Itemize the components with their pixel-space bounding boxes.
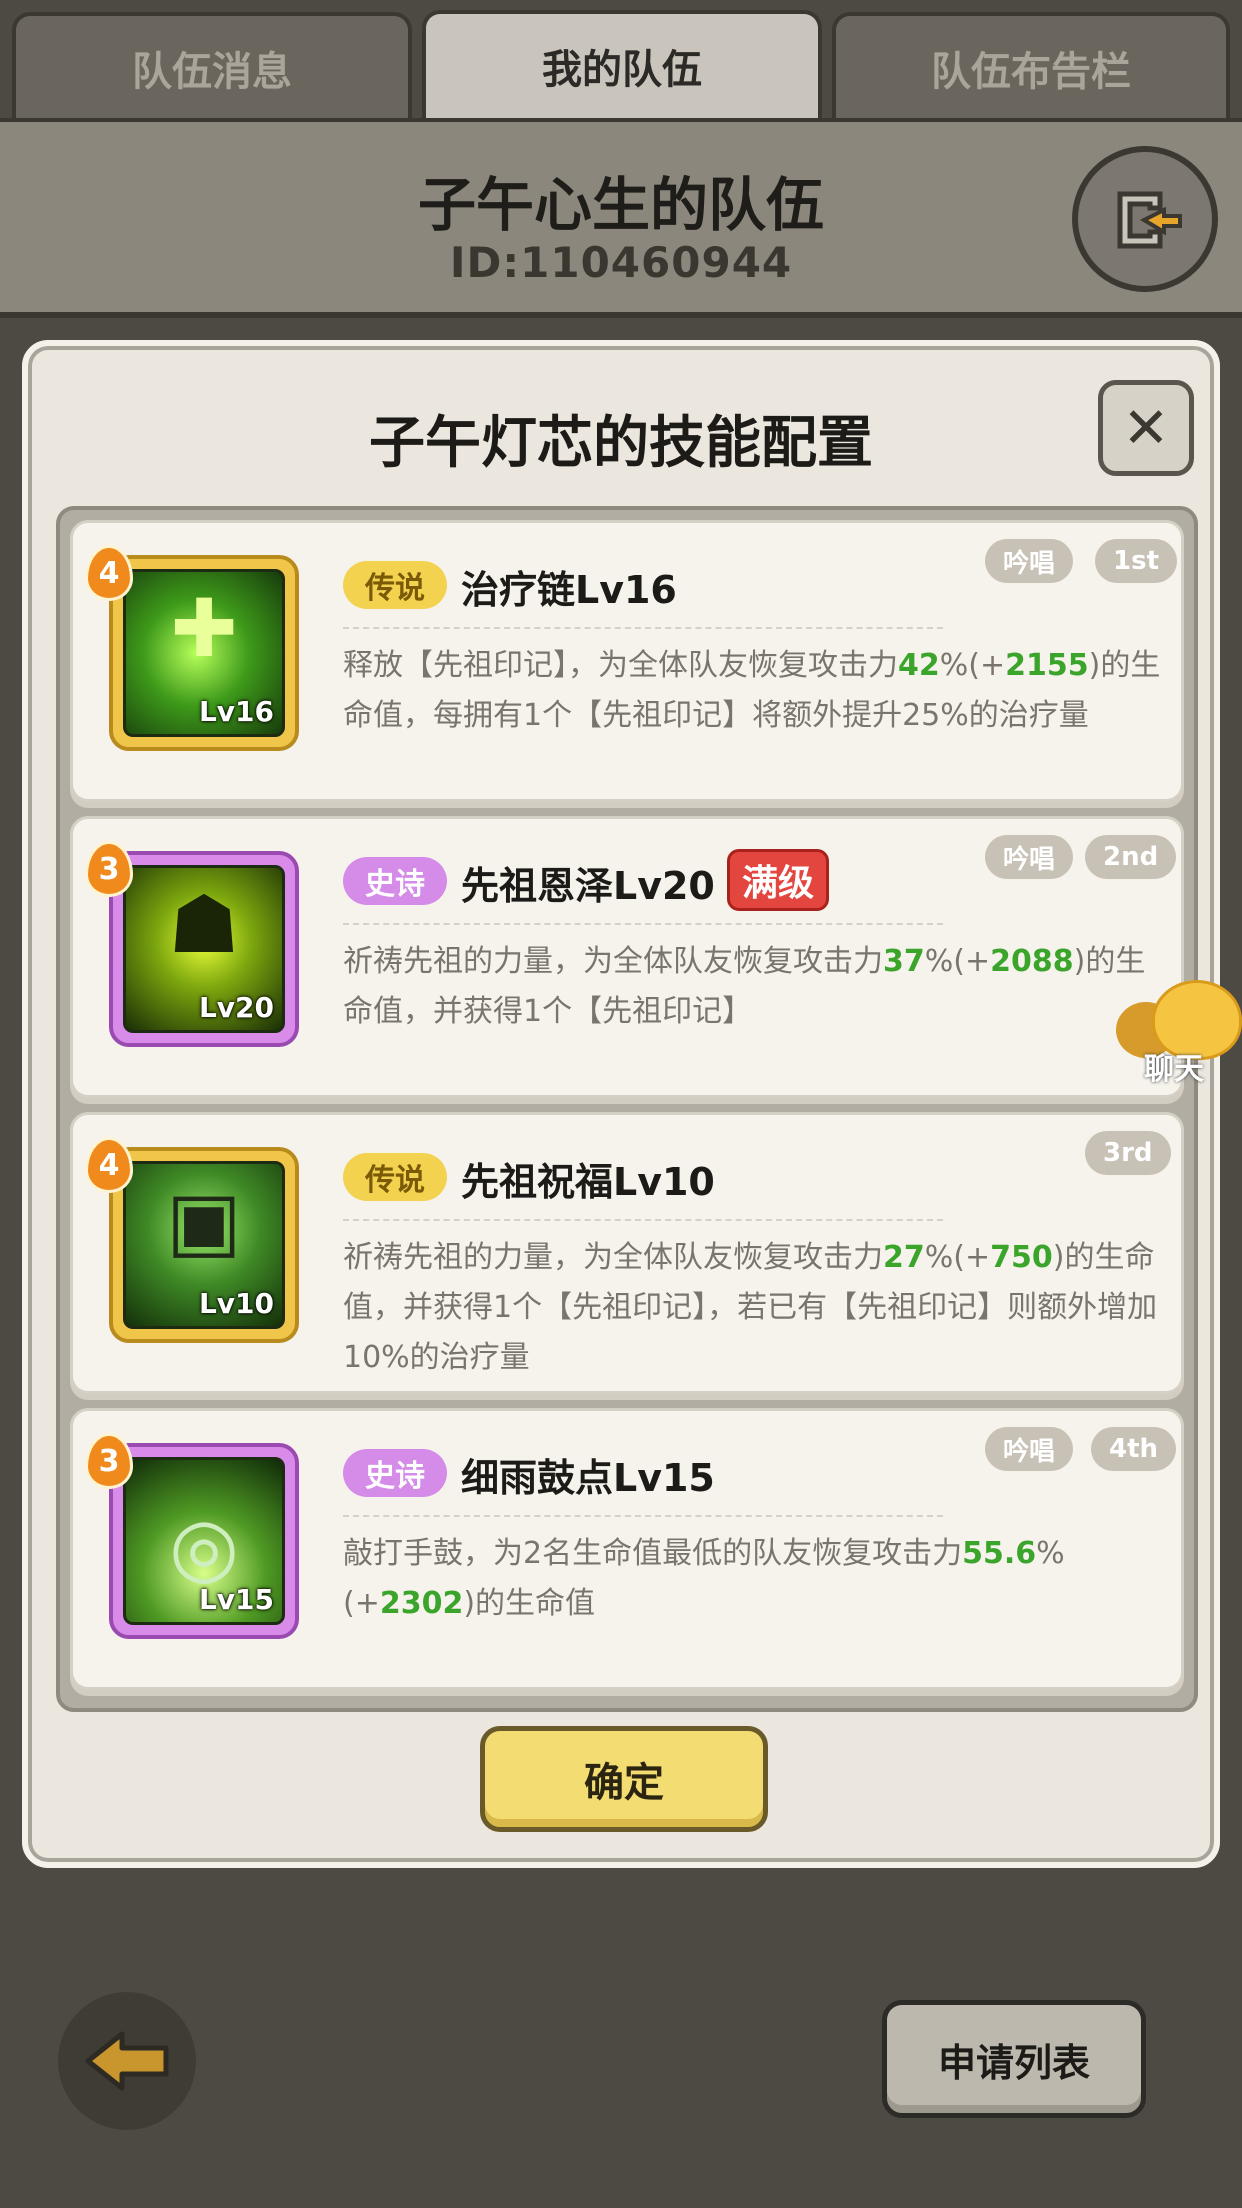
back-button[interactable] bbox=[58, 1992, 196, 2130]
rarity-badge: 传说 bbox=[343, 1153, 447, 1201]
chat-label: 聊天 bbox=[1144, 1052, 1204, 1087]
tab-bar: 队伍消息 我的队伍 队伍布告栏 bbox=[0, 0, 1242, 120]
confirm-button[interactable]: 确定 bbox=[480, 1726, 768, 1832]
back-arrow-icon bbox=[85, 2031, 169, 2091]
skill-card[interactable]: ✚ Lv16 4 传说 治疗链Lv16 吟唱 1st 释放【先祖印记】，为全体队… bbox=[70, 520, 1184, 802]
exit-door-arrow-icon bbox=[1117, 191, 1182, 249]
star-rank-badge: 3 bbox=[85, 1433, 133, 1489]
skill-config-modal: 子午灯芯的技能配置 ✕ ✚ Lv16 4 传说 治疗链Lv16 吟唱 1st 释… bbox=[22, 340, 1220, 1868]
skill-description: 祈祷先祖的力量，为全体队友恢复攻击力27%(+750)的生命值，并获得1个【先祖… bbox=[343, 1240, 1158, 1375]
divider bbox=[343, 1219, 943, 1221]
exit-team-button[interactable] bbox=[1072, 146, 1218, 292]
chat-button[interactable]: 聊天 bbox=[1116, 980, 1242, 1090]
skill-icon-level: Lv20 bbox=[198, 991, 274, 1024]
tag-order: 1st bbox=[1095, 539, 1177, 583]
skill-icon-frame: ◎ Lv15 bbox=[109, 1443, 299, 1639]
skill-icon-frame: ✚ Lv16 bbox=[109, 555, 299, 751]
skill-icon-level: Lv15 bbox=[198, 1583, 274, 1616]
skill-name: 治疗链Lv16 bbox=[461, 568, 677, 612]
tab-label: 队伍布告栏 bbox=[931, 49, 1131, 95]
tab-label: 队伍消息 bbox=[132, 49, 292, 95]
star-rank-badge: 3 bbox=[85, 841, 133, 897]
healing-chain-icon: ✚ Lv16 bbox=[123, 569, 285, 737]
tab-team-bulletin[interactable]: 队伍布告栏 bbox=[832, 12, 1230, 120]
team-header: 子午心生的队伍 ID:110460944 bbox=[0, 118, 1242, 318]
close-x-icon: ✕ bbox=[1122, 395, 1170, 461]
skill-description: 释放【先祖印记】，为全体队友恢复攻击力42%(+2155)的生命值，每拥有1个【… bbox=[343, 648, 1161, 733]
star-rank-badge: 4 bbox=[85, 1137, 133, 1193]
modal-title: 子午灯芯的技能配置 bbox=[369, 411, 873, 476]
tag-chant: 吟唱 bbox=[985, 539, 1074, 583]
tab-my-team[interactable]: 我的队伍 bbox=[422, 10, 822, 118]
skill-icon-level: Lv10 bbox=[198, 1287, 274, 1320]
rarity-badge: 史诗 bbox=[343, 857, 447, 905]
apply-list-button[interactable]: 申请列表 bbox=[882, 2000, 1146, 2118]
star-rank-badge: 4 bbox=[85, 545, 133, 601]
close-button[interactable]: ✕ bbox=[1098, 380, 1194, 476]
max-level-badge: 满级 bbox=[727, 849, 830, 911]
tag-order: 4th bbox=[1091, 1427, 1177, 1471]
skill-card[interactable]: ▣ Lv10 4 传说 先祖祝福Lv10 3rd 祈祷先祖的力量，为全体队友恢复… bbox=[70, 1112, 1184, 1394]
tab-team-messages[interactable]: 队伍消息 bbox=[12, 12, 412, 120]
skill-name: 先祖祝福Lv10 bbox=[461, 1160, 715, 1204]
skill-card[interactable]: ◎ Lv15 3 史诗 细雨鼓点Lv15 吟唱 4th 敲打手鼓，为2名生命值最… bbox=[70, 1408, 1184, 1690]
ancestor-grace-icon: ☗ Lv20 bbox=[123, 865, 285, 1033]
team-id: ID:110460944 bbox=[449, 238, 793, 287]
skill-icon-frame: ▣ Lv10 bbox=[109, 1147, 299, 1343]
skill-name: 先祖恩泽Lv20 bbox=[461, 864, 715, 908]
tag-order: 2nd bbox=[1085, 835, 1177, 879]
skill-card[interactable]: ☗ Lv20 3 史诗 先祖恩泽Lv20 满级 吟唱 2nd 祈祷先祖的力量，为… bbox=[70, 816, 1184, 1098]
divider bbox=[343, 627, 943, 629]
divider bbox=[343, 923, 943, 925]
tag-chant: 吟唱 bbox=[985, 1427, 1074, 1471]
rarity-badge: 传说 bbox=[343, 561, 447, 609]
ancestor-blessing-icon: ▣ Lv10 bbox=[123, 1161, 285, 1329]
divider bbox=[343, 1515, 943, 1517]
tab-label: 我的队伍 bbox=[542, 47, 702, 93]
rarity-badge: 史诗 bbox=[343, 1449, 447, 1497]
skill-description: 敲打手鼓，为2名生命值最低的队友恢复攻击力55.6%(+2302)的生命值 bbox=[343, 1536, 1065, 1621]
skill-name: 细雨鼓点Lv15 bbox=[461, 1456, 715, 1500]
team-name: 子午心生的队伍 bbox=[417, 171, 824, 239]
skill-icon-frame: ☗ Lv20 bbox=[109, 851, 299, 1047]
skill-description: 祈祷先祖的力量，为全体队友恢复攻击力37%(+2088)的生命值，并获得1个【先… bbox=[343, 944, 1146, 1029]
skill-icon-level: Lv16 bbox=[198, 695, 274, 728]
tag-chant: 吟唱 bbox=[985, 835, 1074, 879]
drizzle-drum-icon: ◎ Lv15 bbox=[123, 1457, 285, 1625]
tag-order: 3rd bbox=[1085, 1131, 1171, 1175]
skill-list: ✚ Lv16 4 传说 治疗链Lv16 吟唱 1st 释放【先祖印记】，为全体队… bbox=[56, 506, 1198, 1712]
